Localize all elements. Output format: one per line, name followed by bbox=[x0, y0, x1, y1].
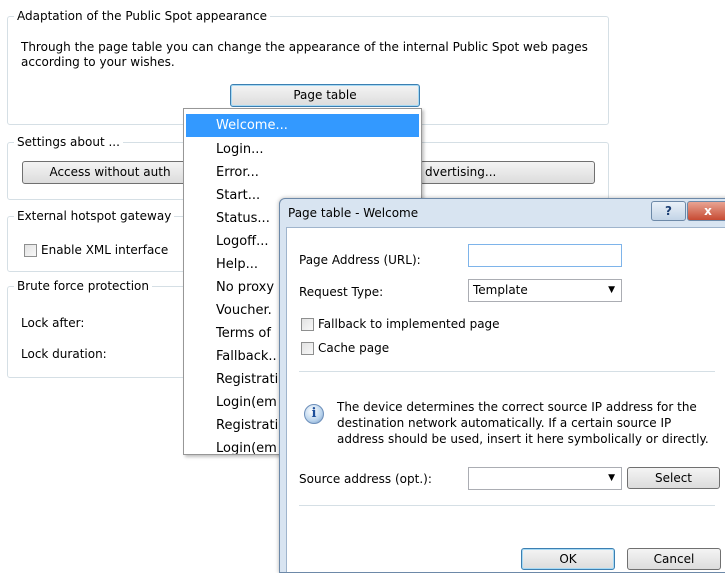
cache-page-label: Cache page bbox=[318, 341, 390, 355]
gateway-group: External hotspot gateway Enable XML inte… bbox=[7, 208, 187, 272]
access-without-auth-button[interactable]: Access without auth bbox=[22, 161, 198, 184]
page-table-button[interactable]: Page table bbox=[230, 84, 420, 107]
request-type-select[interactable]: Template ▼ bbox=[468, 279, 622, 302]
chevron-down-icon: ▼ bbox=[608, 473, 615, 483]
separator bbox=[299, 371, 715, 372]
cancel-button[interactable]: Cancel bbox=[627, 548, 721, 570]
dialog-body: Page Address (URL): Request Type: Templa… bbox=[286, 227, 725, 572]
help-icon[interactable]: ? bbox=[651, 201, 686, 221]
fallback-checkbox[interactable] bbox=[301, 318, 314, 331]
lock-after-label: Lock after: bbox=[21, 316, 85, 330]
ok-button[interactable]: OK bbox=[521, 548, 615, 570]
menu-item-welcome[interactable]: Welcome... bbox=[186, 114, 419, 137]
fallback-label: Fallback to implemented page bbox=[318, 317, 500, 331]
gateway-group-title: External hotspot gateway bbox=[14, 208, 175, 224]
lock-duration-label: Lock duration: bbox=[21, 347, 107, 361]
source-address-label: Source address (opt.): bbox=[299, 472, 432, 486]
menu-item-error[interactable]: Error... bbox=[186, 161, 419, 184]
enable-xml-checkbox[interactable] bbox=[24, 244, 37, 257]
brute-force-group: Brute force protection Lock after: Lock … bbox=[7, 278, 187, 378]
menu-item-login[interactable]: Login... bbox=[186, 138, 419, 161]
separator bbox=[299, 505, 715, 506]
info-text-line1: The device determines the correct source… bbox=[337, 400, 697, 414]
request-type-label: Request Type: bbox=[299, 285, 384, 299]
adaptation-description-line2: according to your wishes. bbox=[21, 55, 175, 69]
enable-xml-label: Enable XML interface bbox=[41, 243, 169, 257]
info-text-line2: destination network automatically. If a … bbox=[337, 416, 672, 430]
cache-page-checkbox[interactable] bbox=[301, 342, 314, 355]
settings-group-title: Settings about ... bbox=[14, 134, 123, 150]
request-type-value: Template bbox=[473, 283, 528, 297]
info-icon: i bbox=[304, 404, 324, 424]
brute-force-group-title: Brute force protection bbox=[14, 278, 153, 294]
page-table-welcome-dialog: Page table - Welcome ? x Page Address (U… bbox=[279, 198, 725, 573]
info-text-line3: address should be used, insert it here s… bbox=[337, 432, 709, 446]
dialog-title: Page table - Welcome bbox=[288, 206, 419, 220]
select-button[interactable]: Select bbox=[627, 467, 720, 489]
advertising-button[interactable]: dvertising... bbox=[420, 161, 595, 184]
close-icon[interactable]: x bbox=[687, 201, 725, 221]
adaptation-description-line1: Through the page table you can change th… bbox=[21, 40, 588, 54]
page-address-label: Page Address (URL): bbox=[299, 253, 421, 267]
chevron-down-icon: ▼ bbox=[608, 285, 615, 295]
adaptation-group-title: Adaptation of the Public Spot appearance bbox=[14, 8, 270, 24]
source-address-combobox[interactable]: ▼ bbox=[468, 467, 622, 490]
page-address-input[interactable] bbox=[468, 244, 622, 267]
